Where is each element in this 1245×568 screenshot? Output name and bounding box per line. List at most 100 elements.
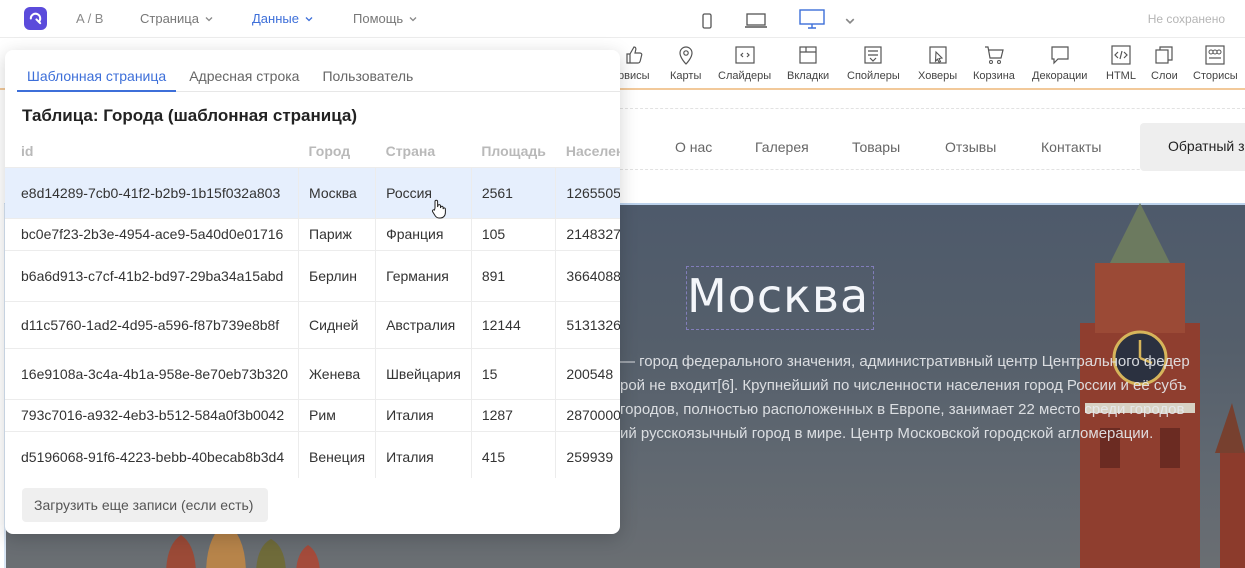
mobile-view-button[interactable] — [702, 9, 712, 33]
laptop-view-button[interactable] — [744, 9, 768, 33]
tool-hovers[interactable]: Ховеры — [918, 44, 957, 82]
ab-test-toggle[interactable]: A / B — [76, 11, 103, 26]
tool-spoilers[interactable]: Спойлеры — [847, 44, 900, 82]
cell-population: 2870000 — [555, 398, 620, 431]
tool-layers[interactable]: Слои — [1151, 44, 1178, 82]
hero-description[interactable]: — город федерального значения, администр… — [620, 350, 1245, 446]
table-header-row: id Город Страна Площадь Население — [5, 136, 620, 167]
column-header-id[interactable]: id — [5, 136, 299, 167]
menu-help[interactable]: Помощь — [353, 11, 417, 26]
cell-area: 15 — [471, 347, 557, 399]
menu-data[interactable]: Данные — [252, 11, 313, 26]
cell-population: 259939 — [555, 430, 620, 478]
nav-contacts[interactable]: Контакты — [1041, 139, 1101, 155]
menu-page[interactable]: Страница — [140, 11, 213, 26]
cell-area: 415 — [471, 430, 557, 478]
cell-id: e8d14289-7cb0-41f2-b2b9-1b15f032a803 — [5, 166, 300, 218]
tool-html[interactable]: HTML — [1106, 44, 1136, 82]
tool-stories-label: Сторисы — [1193, 70, 1238, 82]
tool-tabs[interactable]: Вкладки — [787, 44, 829, 82]
table-row[interactable]: b6a6d913-c7cf-41b2-bd97-29ba34a15abd Бер… — [5, 249, 620, 301]
save-status: Не сохранено — [1147, 12, 1225, 26]
callback-button[interactable]: Обратный з — [1140, 123, 1245, 171]
cell-country: Италия — [375, 398, 472, 431]
table-container[interactable]: id Город Страна Площадь Население e8d142… — [5, 136, 620, 478]
tool-sliders-label: Слайдеры — [718, 70, 772, 82]
cell-city: Берлин — [298, 249, 377, 301]
desktop-view-button[interactable] — [799, 7, 825, 31]
cell-population: 5131326 — [555, 300, 620, 348]
hero-text-line: городов, полностью расположенных в Европ… — [620, 401, 1185, 418]
tool-services-label: рвисы — [618, 70, 650, 82]
tool-spoilers-label: Спойлеры — [847, 70, 900, 82]
menu-page-label: Страница — [140, 11, 199, 26]
nav-gallery[interactable]: Галерея — [755, 139, 809, 155]
tool-html-label: HTML — [1106, 70, 1136, 82]
table-row[interactable]: d11c5760-1ad2-4d95-a596-f87b739e8b8f Сид… — [5, 300, 620, 348]
more-views-button[interactable] — [845, 9, 855, 33]
menu-help-label: Помощь — [353, 11, 404, 26]
nav-about[interactable]: О нас — [675, 139, 712, 155]
tool-hovers-label: Ховеры — [918, 70, 958, 82]
hero-text-line: — город федерального значения, администр… — [620, 353, 1190, 370]
cell-city: Париж — [298, 217, 377, 250]
cell-id: d5196068-91f6-4223-bebb-40becab8b3d4 — [5, 430, 300, 478]
nav-reviews[interactable]: Отзывы — [945, 139, 996, 155]
cell-country: Италия — [375, 430, 472, 478]
tool-decor[interactable]: Декорации — [1032, 44, 1087, 82]
table-row[interactable]: bc0e7f23-2b3e-4954-ace9-5a40d0e01716 Пар… — [5, 217, 620, 250]
tab-user[interactable]: Пользователь — [312, 50, 423, 92]
tab-template-page[interactable]: Шаблонная страница — [17, 50, 177, 92]
like-icon — [626, 46, 643, 64]
cell-country: Германия — [375, 249, 472, 301]
tool-sliders[interactable]: Слайдеры — [718, 44, 771, 82]
cell-city: Женева — [298, 347, 377, 399]
table-row[interactable]: d5196068-91f6-4223-bebb-40becab8b3d4 Вен… — [5, 430, 620, 478]
cell-country: Франция — [375, 217, 472, 250]
tool-decor-label: Декорации — [1032, 70, 1088, 82]
table-row[interactable]: e8d14289-7cb0-41f2-b2b9-1b15f032a803 Мос… — [5, 166, 620, 218]
tool-tabs-label: Вкладки — [787, 70, 830, 82]
column-header-city[interactable]: Город — [299, 136, 376, 167]
layers-icon — [1155, 46, 1173, 64]
cell-id: bc0e7f23-2b3e-4954-ace9-5a40d0e01716 — [5, 217, 300, 250]
nav-products[interactable]: Товары — [852, 139, 900, 155]
cell-city: Сидней — [298, 300, 377, 348]
table-row[interactable]: 16e9108a-3c4a-4b1a-958e-8e70eb73b320 Жен… — [5, 347, 620, 399]
tool-services[interactable]: рвисы — [618, 44, 650, 82]
table-row[interactable]: 793c7016-a932-4eb3-b512-584a0f3b0042 Рим… — [5, 398, 620, 431]
desktop-icon — [799, 9, 825, 29]
map-pin-icon — [679, 46, 693, 65]
cell-country: Россия — [375, 166, 472, 218]
column-header-population[interactable]: Население — [556, 136, 620, 167]
column-header-country[interactable]: Страна — [376, 136, 472, 167]
stories-icon — [1205, 45, 1225, 65]
cell-id: d11c5760-1ad2-4d95-a596-f87b739e8b8f — [5, 300, 300, 348]
cell-id: 793c7016-a932-4eb3-b512-584a0f3b0042 — [5, 398, 300, 431]
hero-title[interactable]: Москва — [686, 266, 875, 330]
cell-city: Москва — [298, 166, 377, 218]
cell-city: Рим — [298, 398, 377, 431]
cell-id: 16e9108a-3c4a-4b1a-958e-8e70eb73b320 — [5, 347, 300, 399]
tabs-icon — [799, 46, 817, 64]
laptop-icon — [745, 13, 767, 28]
cell-city: Венеция — [298, 430, 377, 478]
cell-country: Швейцария — [375, 347, 472, 399]
tool-stories[interactable]: Сторисы — [1193, 44, 1238, 82]
cell-id: b6a6d913-c7cf-41b2-bd97-29ba34a15abd — [5, 249, 300, 301]
html-icon — [1111, 45, 1131, 65]
panel-tabs: Шаблонная страница Адресная строка Польз… — [17, 50, 620, 92]
cell-area: 1287 — [471, 398, 557, 431]
slider-icon — [734, 46, 755, 64]
app-logo[interactable] — [24, 7, 47, 30]
cell-country: Австралия — [375, 300, 472, 348]
tab-address-bar[interactable]: Адресная строка — [179, 50, 309, 92]
tool-cart[interactable]: Корзина — [973, 44, 1015, 82]
load-more-button[interactable]: Загрузить еще записи (если есть) — [22, 488, 268, 522]
cell-population: 200548 — [555, 347, 620, 399]
cart-icon — [984, 46, 1004, 64]
column-header-area[interactable]: Площадь — [471, 136, 556, 167]
tool-maps[interactable]: Карты — [670, 44, 701, 82]
chevron-down-icon — [205, 16, 213, 21]
cell-area: 12144 — [471, 300, 557, 348]
